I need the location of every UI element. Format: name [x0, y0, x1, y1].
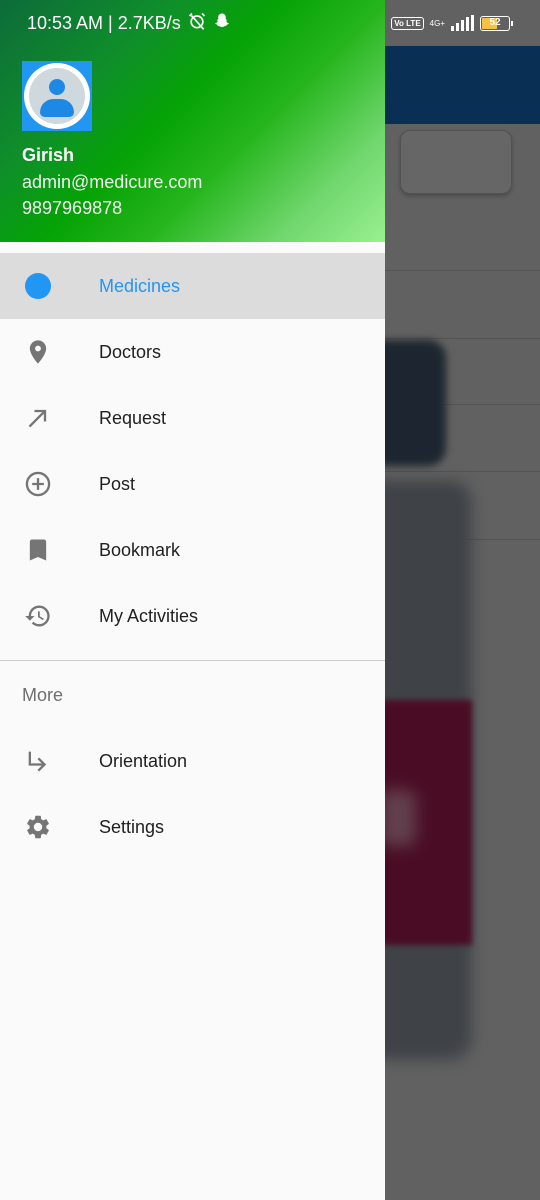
- user-phone: 9897969878: [22, 198, 123, 218]
- circle-icon: [24, 272, 52, 300]
- gear-icon: [24, 813, 52, 841]
- alarm-off-icon: [187, 11, 207, 36]
- menu-divider: [0, 660, 385, 661]
- menu-item-doctors[interactable]: Doctors: [0, 319, 385, 385]
- menu-item-label: My Activities: [99, 605, 199, 626]
- menu-item-settings[interactable]: Settings: [0, 794, 385, 860]
- menu-item-label: Orientation: [99, 750, 188, 771]
- plus-circle-icon: [24, 470, 52, 498]
- navigation-drawer: Girish admin@medicure.com 9897969878 Med…: [0, 0, 385, 1200]
- more-section-label: More: [22, 685, 64, 705]
- menu-item-medicines[interactable]: Medicines: [0, 253, 385, 319]
- status-bar: 10:53 AM | 2.7KB/s Vo LTE 4G+ 52: [0, 0, 540, 46]
- menu-item-label: Doctors: [99, 341, 162, 362]
- signal-icon: [451, 15, 474, 31]
- menu-item-label: Post: [99, 473, 136, 494]
- battery-icon: 52: [480, 15, 513, 31]
- menu-item-bookmark[interactable]: Bookmark: [0, 517, 385, 583]
- menu-item-label: Bookmark: [99, 539, 181, 560]
- history-icon: [24, 602, 52, 630]
- network-type: 4G+: [429, 18, 445, 28]
- bookmark-icon: [24, 536, 52, 564]
- volte-icon: Vo LTE: [391, 16, 424, 30]
- snapchat-icon: [213, 12, 231, 35]
- subdirectory-arrow-icon: [24, 747, 52, 775]
- avatar-circle: [24, 63, 90, 129]
- menu-item-request[interactable]: Request: [0, 385, 385, 451]
- arrow-up-right-icon: [24, 404, 52, 432]
- status-time-speed: 10:53 AM | 2.7KB/s: [27, 12, 181, 33]
- user-email: admin@medicure.com: [22, 172, 203, 192]
- menu-item-post[interactable]: Post: [0, 451, 385, 517]
- menu-item-label: Medicines: [99, 275, 181, 296]
- battery-level: 52: [489, 16, 501, 28]
- status-right: Vo LTE 4G+ 52: [391, 0, 513, 46]
- status-left: 10:53 AM | 2.7KB/s: [27, 0, 231, 46]
- user-name: Girish: [22, 145, 75, 165]
- location-pin-icon: [24, 338, 52, 366]
- menu-item-label: Request: [99, 407, 167, 428]
- menu-item-label: Settings: [99, 816, 165, 837]
- user-icon: [29, 68, 85, 124]
- menu-item-orientation[interactable]: Orientation: [0, 728, 385, 794]
- menu-item-my-activities[interactable]: My Activities: [0, 583, 385, 649]
- avatar[interactable]: [22, 61, 92, 131]
